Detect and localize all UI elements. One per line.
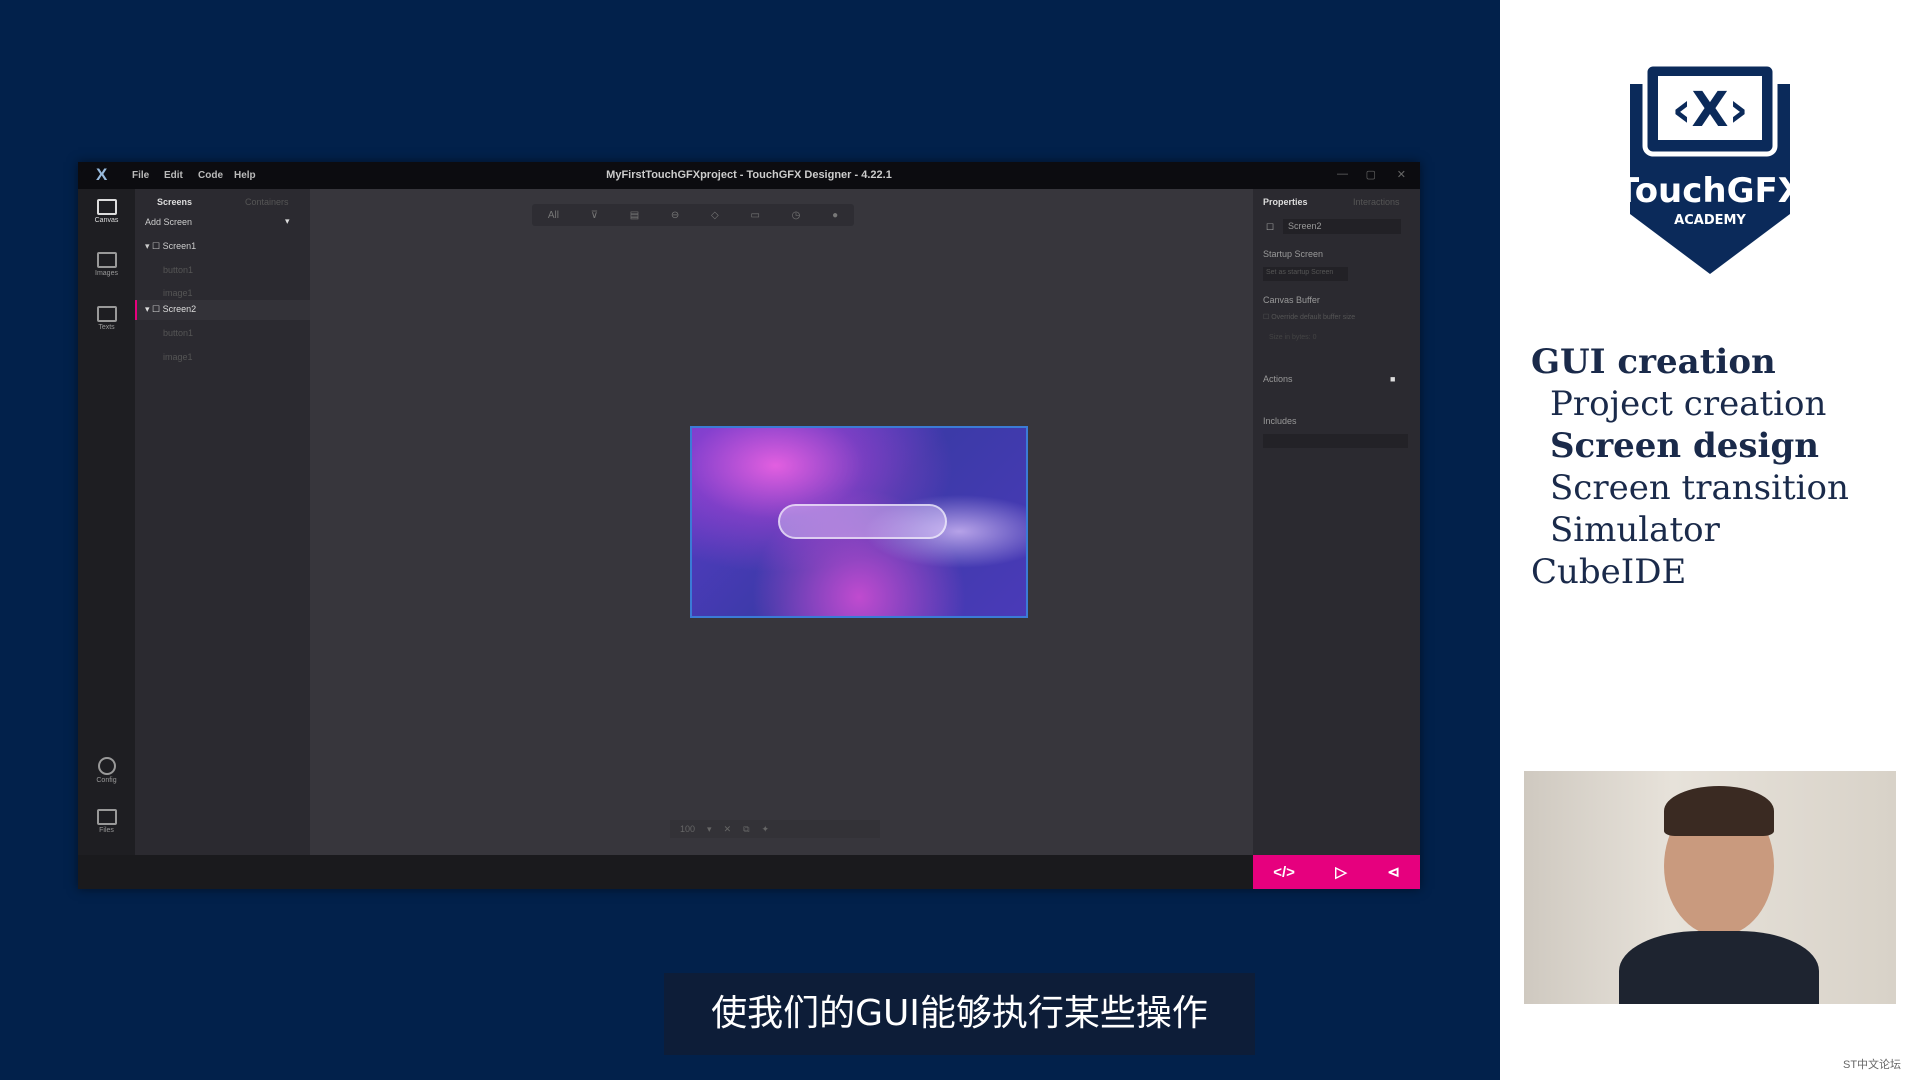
close-button[interactable]: ✕ — [1397, 168, 1406, 181]
course-item: Simulator — [1550, 510, 1720, 550]
tree-screen2[interactable]: ▾ ☐ Screen2 — [145, 304, 196, 315]
tab-properties[interactable]: Properties — [1263, 197, 1308, 207]
minimize-button[interactable]: — — [1337, 168, 1348, 180]
actions-label: Actions — [1263, 374, 1293, 384]
includes-label: Includes — [1263, 416, 1297, 426]
interaction-icon[interactable]: ⊽ — [591, 210, 598, 221]
zoom-level[interactable]: 100 — [680, 824, 695, 834]
svg-text:‹X›: ‹X› — [1672, 82, 1749, 138]
fit-icon[interactable]: ✕ — [724, 824, 732, 835]
copy-icon[interactable]: ⧉ — [743, 824, 749, 835]
add-screen-dropdown-icon[interactable]: ▾ — [285, 216, 290, 227]
screen-name: Screen2 — [162, 304, 197, 314]
clock-icon[interactable]: ◷ — [792, 210, 801, 221]
rail-label: Config — [96, 777, 117, 784]
touchgfx-designer-window: X File Edit Code Help MyFirstTouchGFXpro… — [78, 162, 1420, 889]
override-label: Override default buffer size — [1271, 314, 1356, 321]
course-item: Screen transition — [1550, 468, 1849, 508]
screen-icon: ☐ — [1266, 222, 1275, 232]
canvas-icon — [96, 199, 117, 215]
course-item: Project creation — [1550, 384, 1827, 424]
screen-name: Screen1 — [162, 241, 197, 251]
run-target-icon[interactable]: ⊲ — [1387, 863, 1400, 881]
files-icon — [96, 809, 117, 825]
tree-item-image[interactable]: image1 — [163, 288, 193, 298]
widget-toolbar: All ⊽ ▤ ⊖ ◇ ▭ ◷ ● — [532, 204, 854, 226]
includes-field[interactable] — [1263, 434, 1408, 448]
tab-containers[interactable]: Containers — [245, 197, 289, 207]
maximize-button[interactable]: ▢ — [1366, 168, 1376, 181]
rail-canvas[interactable]: Canvas — [78, 199, 135, 224]
zoom-dropdown-icon[interactable]: ▾ — [707, 824, 712, 835]
toolbar-all[interactable]: All — [548, 210, 559, 221]
bottom-bar: </> ▷ ⊲ — [78, 855, 1420, 889]
container-icon[interactable]: ▭ — [750, 210, 759, 221]
tree-item-image[interactable]: image1 — [163, 352, 193, 362]
misc-icon[interactable]: ● — [832, 210, 838, 221]
course-item-current: Screen design — [1550, 426, 1819, 466]
course-item: GUI creation — [1531, 342, 1776, 382]
rail-label: Canvas — [94, 217, 119, 224]
shapes-icon[interactable]: ◇ — [711, 210, 719, 221]
run-simulator-icon[interactable]: ▷ — [1335, 863, 1347, 881]
size-in-bytes: Size in bytes: 0 — [1269, 334, 1317, 341]
tree-item-button[interactable]: button1 — [163, 265, 193, 275]
svg-text:ACADEMY: ACADEMY — [1674, 213, 1746, 228]
watermark: ST中文论坛 — [1843, 1059, 1902, 1071]
add-action-button[interactable]: ■ — [1390, 374, 1395, 384]
tab-interactions[interactable]: Interactions — [1353, 197, 1400, 207]
svg-text:TouchGFX: TouchGFX — [1616, 171, 1804, 211]
window-title: MyFirstTouchGFXproject - TouchGFX Design… — [606, 169, 892, 181]
set-startup-button[interactable]: Set as startup Screen — [1263, 267, 1348, 281]
pin-icon[interactable]: ✦ — [762, 824, 770, 835]
config-icon — [97, 757, 116, 775]
button-icon[interactable]: ⊖ — [671, 210, 679, 221]
action-buttons: </> ▷ ⊲ — [1253, 855, 1420, 889]
touchgfx-academy-logo: ‹X› TouchGFX ACADEMY — [1616, 64, 1804, 274]
tab-screens[interactable]: Screens — [157, 197, 192, 207]
presenter-webcam — [1524, 771, 1896, 1004]
title-bar: X File Edit Code Help MyFirstTouchGFXpro… — [78, 162, 1420, 189]
startup-screen-label: Startup Screen — [1263, 249, 1324, 259]
canvas-area[interactable]: All ⊽ ▤ ⊖ ◇ ▭ ◷ ● 100 ▾ ✕ ⧉ ✦ — [310, 189, 1253, 855]
course-sidebar: ‹X› TouchGFX ACADEMY GUI creation Projec… — [1500, 0, 1920, 1080]
zoom-bar: 100 ▾ ✕ ⧉ ✦ — [670, 820, 880, 838]
generate-code-icon[interactable]: </> — [1273, 864, 1295, 881]
left-nav-rail: Canvas Images Texts Config Files — [78, 189, 135, 855]
rail-files[interactable]: Files — [78, 809, 135, 834]
override-buffer-checkbox[interactable]: ☐ Override default buffer size — [1263, 313, 1355, 321]
screen-preview[interactable] — [690, 426, 1028, 618]
rail-label: Files — [99, 827, 114, 834]
tree-item-button[interactable]: button1 — [163, 328, 193, 338]
screen-name-input[interactable]: Screen2 — [1283, 219, 1401, 234]
image-icon[interactable]: ▤ — [630, 210, 639, 221]
rail-label: Texts — [98, 324, 115, 331]
properties-panel: Properties Interactions ☐ Screen2 Startu… — [1253, 189, 1420, 855]
subtitle-caption: 使我们的GUI能够执行某些操作 — [664, 973, 1255, 1055]
add-screen-button[interactable]: Add Screen — [145, 217, 192, 227]
course-item: CubeIDE — [1531, 552, 1687, 592]
rail-images[interactable]: Images — [78, 252, 135, 277]
texts-icon — [96, 306, 117, 322]
preview-button-widget[interactable] — [778, 504, 947, 539]
canvas-buffer-label: Canvas Buffer — [1263, 295, 1320, 305]
images-icon — [96, 252, 117, 268]
screens-panel: Screens Containers Add Screen ▾ ▾ ☐ Scre… — [135, 189, 310, 855]
rail-texts[interactable]: Texts — [78, 306, 135, 331]
rail-label: Images — [95, 270, 118, 277]
rail-config[interactable]: Config — [78, 757, 135, 784]
tree-screen1[interactable]: ▾ ☐ Screen1 — [145, 241, 196, 252]
